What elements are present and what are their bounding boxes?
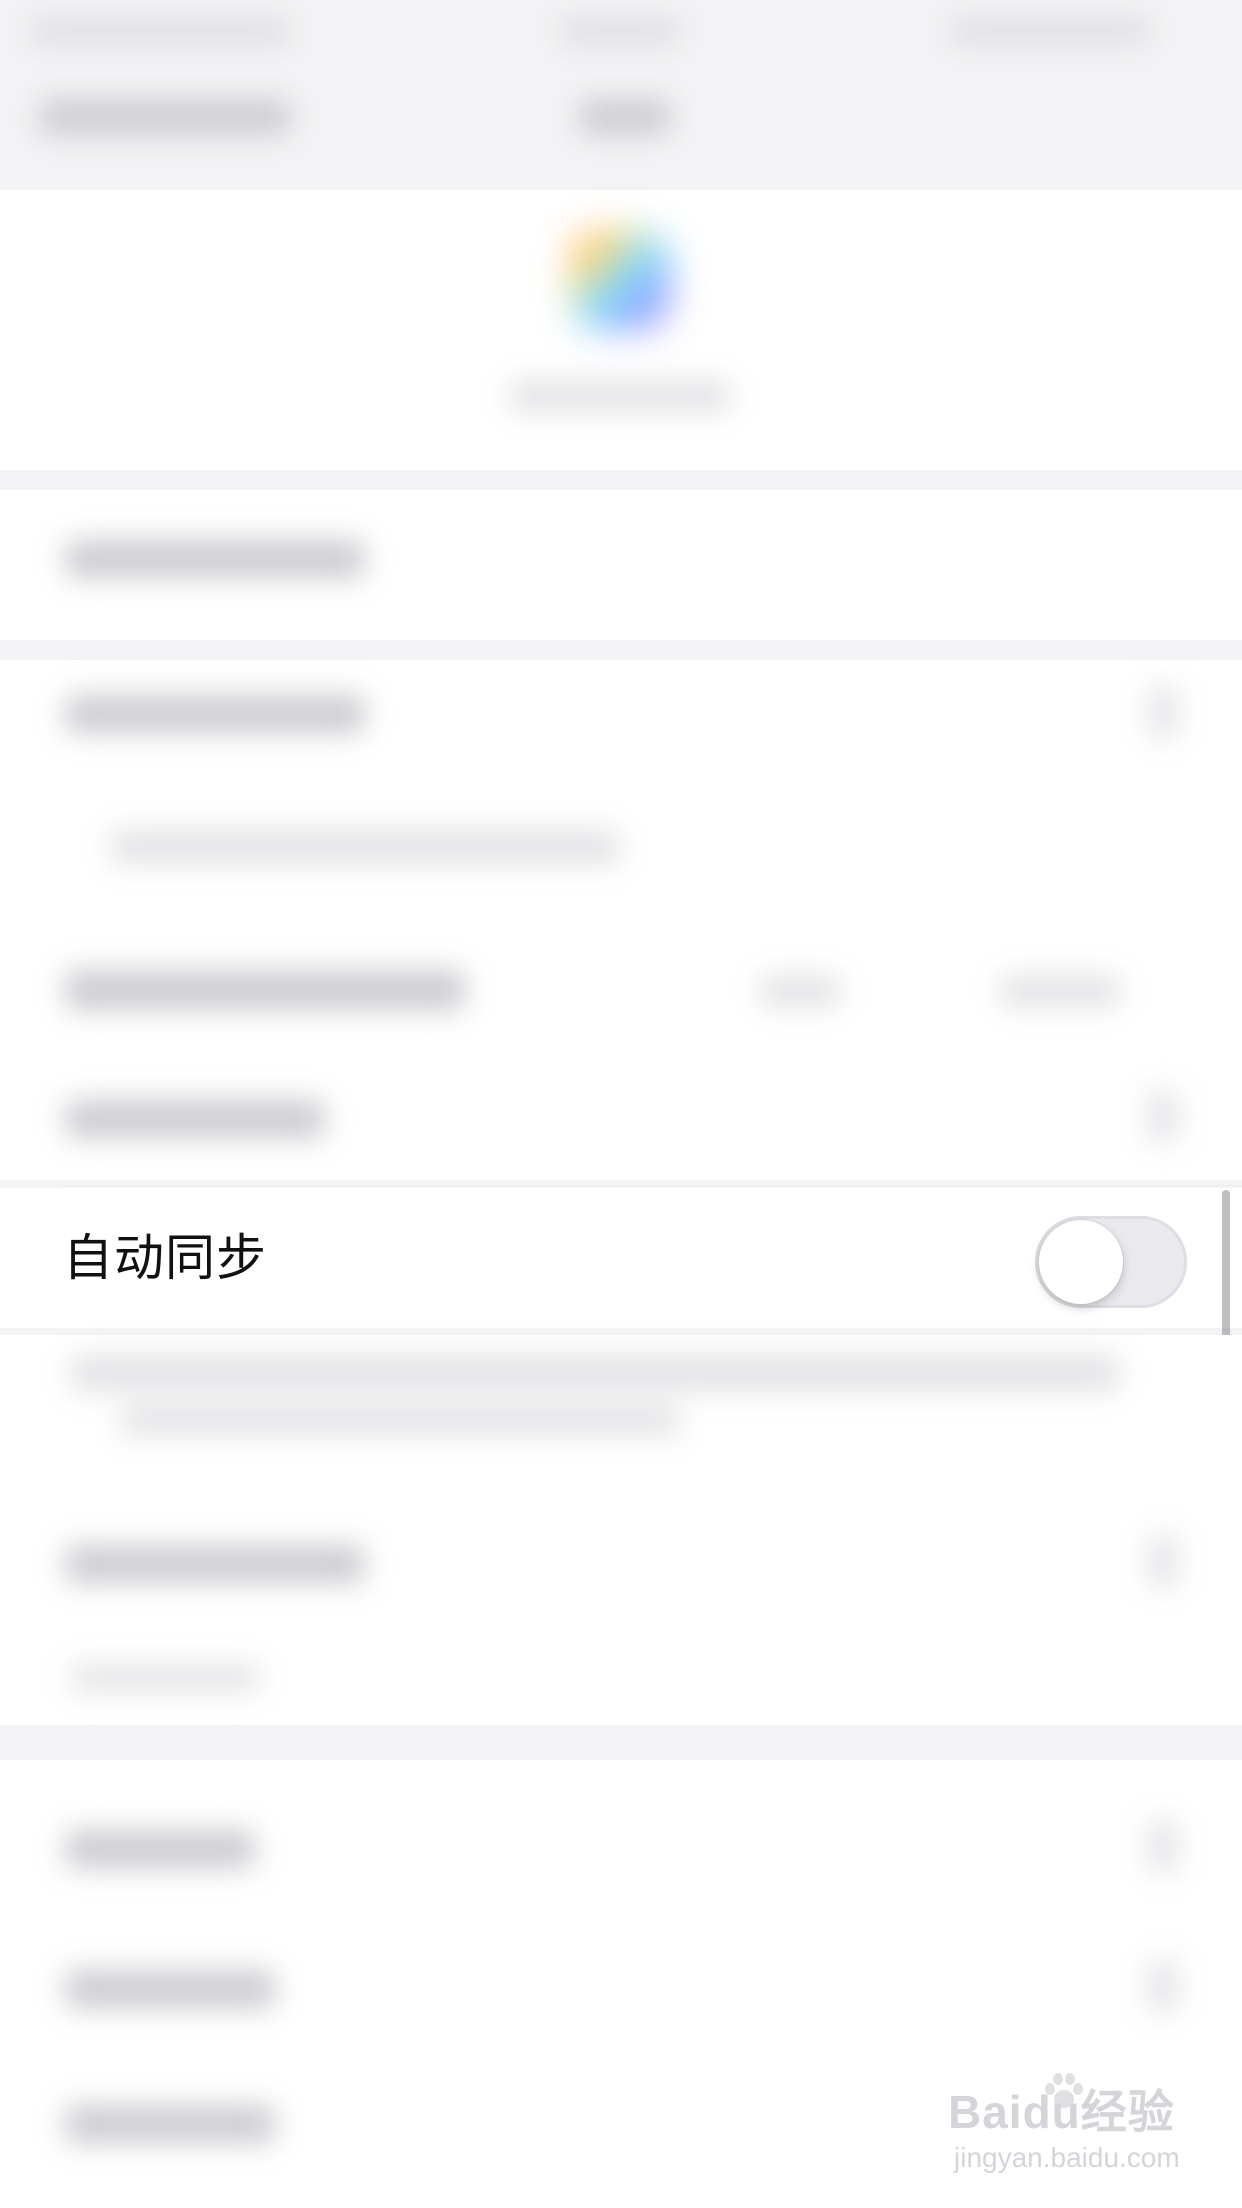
navigation-bar: [0, 70, 1242, 190]
watermark-url: jingyan.baidu.com: [954, 2142, 1180, 2173]
divider: [60, 1185, 1242, 1186]
status-bar: [0, 0, 1242, 70]
baidu-jingyan-watermark: Baidu经验 jingyan.baidu.com: [948, 2070, 1218, 2190]
scrollbar[interactable]: [1222, 1190, 1230, 1350]
app-logo-icon: [570, 230, 670, 330]
auto-sync-row[interactable]: 自动同步: [0, 1188, 1242, 1328]
settings-section-2: [0, 660, 1242, 1180]
toggle-knob: [1039, 1220, 1123, 1304]
auto-sync-toggle[interactable]: [1035, 1216, 1187, 1308]
settings-section-3: [0, 1335, 1242, 1725]
settings-section-1: [0, 490, 1242, 640]
auto-sync-label: 自动同步: [63, 1229, 267, 1287]
watermark-brand: Baidu经验: [948, 2086, 1175, 2138]
